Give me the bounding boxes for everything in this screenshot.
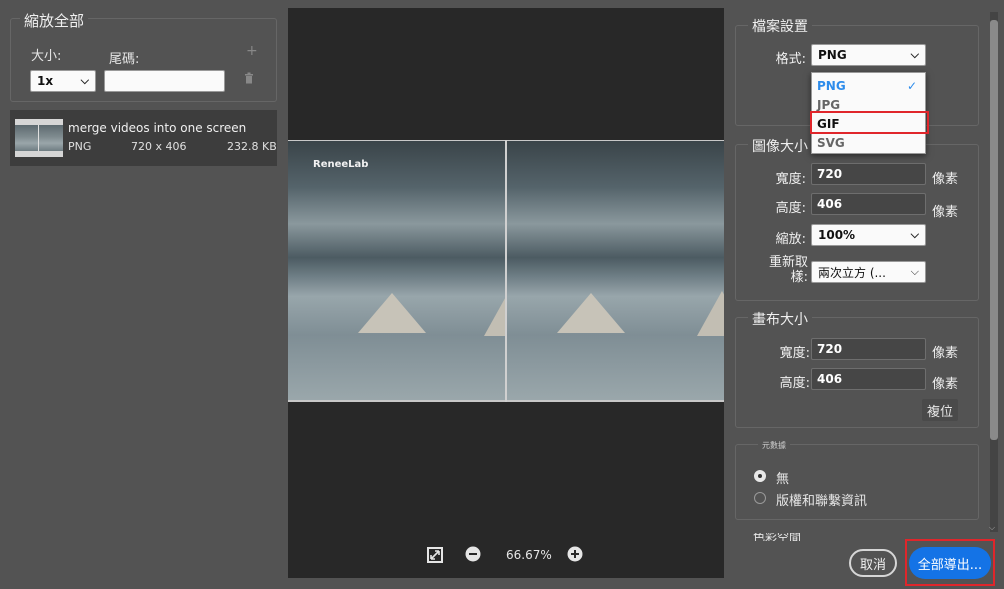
canvas-height-input[interactable]: 406	[811, 368, 926, 390]
resample-label-line1: 重新取	[768, 255, 808, 270]
settings-scrollbar-thumb[interactable]	[990, 20, 998, 440]
preview-image: ReneeLab	[288, 140, 724, 402]
chevron-down-icon: ⌵	[910, 228, 919, 241]
zoom-out-icon[interactable]	[465, 546, 481, 562]
format-option-svg[interactable]: SVG	[812, 133, 925, 152]
format-option-png-label: PNG	[817, 78, 846, 93]
format-select-value: PNG	[818, 48, 847, 62]
image-height-input[interactable]: 406	[811, 193, 926, 215]
asset-dimensions: 720 x 406	[131, 140, 187, 153]
format-option-png[interactable]: PNG ✓	[812, 76, 925, 95]
scroll-down-icon[interactable]: ⌵	[989, 523, 995, 533]
scale-select[interactable]: 100% ⌵	[811, 224, 926, 246]
suffix-input[interactable]	[104, 70, 225, 92]
reset-button[interactable]: 複位	[922, 399, 958, 421]
asset-file-size: 232.8 KB	[227, 140, 277, 153]
resample-label: 重新取 樣:	[746, 255, 808, 285]
canvas-width-label: 寬度:	[779, 346, 810, 361]
metadata-none-radio[interactable]	[754, 470, 766, 482]
metadata-title: 元數據	[758, 440, 790, 451]
left-panel: 縮放全部 大小: 尾碼: + 1x ⌵ merge videos into on…	[0, 0, 287, 589]
resample-select-value: 兩次立方 (...	[818, 265, 886, 280]
size-select[interactable]: 1x ⌵	[30, 70, 96, 92]
size-label: 大小:	[31, 49, 62, 64]
canvas-height-label: 高度:	[779, 376, 810, 391]
format-select[interactable]: PNG ⌵	[811, 44, 926, 66]
trash-icon[interactable]	[244, 72, 254, 84]
color-space-title-partial: 色彩空間	[753, 533, 802, 541]
image-height-label: 高度:	[775, 201, 806, 216]
format-label: 格式:	[775, 52, 806, 67]
resample-label-line2: 樣:	[790, 270, 808, 285]
export-all-button[interactable]: 全部導出...	[909, 547, 991, 579]
asset-format: PNG	[68, 140, 92, 153]
canvas-height-unit: 像素	[932, 377, 959, 392]
checkmark-icon: ✓	[906, 78, 917, 93]
watermark-left: ReneeLab	[313, 159, 369, 170]
right-panel: 檔案設置 格式: PNG ⌵ 圖像大小 寬度: 720 像素 高度: 406 像…	[726, 0, 1004, 589]
file-settings-title: 檔案設置	[748, 16, 812, 36]
image-height-unit: 像素	[932, 205, 959, 220]
size-select-value: 1x	[37, 74, 54, 88]
chevron-down-icon: ⌵	[910, 265, 919, 278]
preview-area: ReneeLab 66.67%	[288, 8, 724, 578]
chevron-down-icon: ⌵	[910, 48, 919, 61]
metadata-copyright-label: 版權和聯繫資訊	[776, 494, 868, 509]
image-width-label: 寬度:	[775, 172, 806, 187]
image-size-title: 圖像大小	[748, 136, 812, 156]
image-width-input[interactable]: 720	[811, 163, 926, 185]
scale-all-title: 縮放全部	[20, 10, 89, 31]
fit-screen-icon[interactable]	[427, 547, 443, 563]
metadata-copyright-radio[interactable]	[754, 492, 766, 504]
preview-image-right	[507, 141, 724, 400]
chevron-down-icon: ⌵	[80, 74, 89, 87]
add-icon[interactable]: +	[246, 43, 258, 59]
asset-thumbnail	[15, 119, 63, 157]
zoom-in-icon[interactable]	[567, 546, 583, 562]
canvas-size-title: 畫布大小	[748, 309, 812, 329]
zoom-level: 66.67%	[506, 548, 552, 562]
asset-list-item[interactable]: merge videos into one screen PNG 720 x 4…	[10, 110, 277, 166]
suffix-label: 尾碼:	[109, 52, 140, 67]
scale-label: 縮放:	[775, 232, 806, 247]
scale-select-value: 100%	[818, 228, 856, 242]
asset-name: merge videos into one screen	[68, 121, 247, 135]
preview-image-left: ReneeLab	[288, 141, 505, 400]
resample-select[interactable]: 兩次立方 (... ⌵	[811, 261, 926, 283]
canvas-width-unit: 像素	[932, 346, 959, 361]
gif-highlight-box	[810, 111, 929, 134]
metadata-none-label: 無	[776, 472, 790, 487]
cancel-button[interactable]: 取消	[849, 549, 897, 577]
canvas-width-input[interactable]: 720	[811, 338, 926, 360]
image-width-unit: 像素	[932, 172, 959, 187]
